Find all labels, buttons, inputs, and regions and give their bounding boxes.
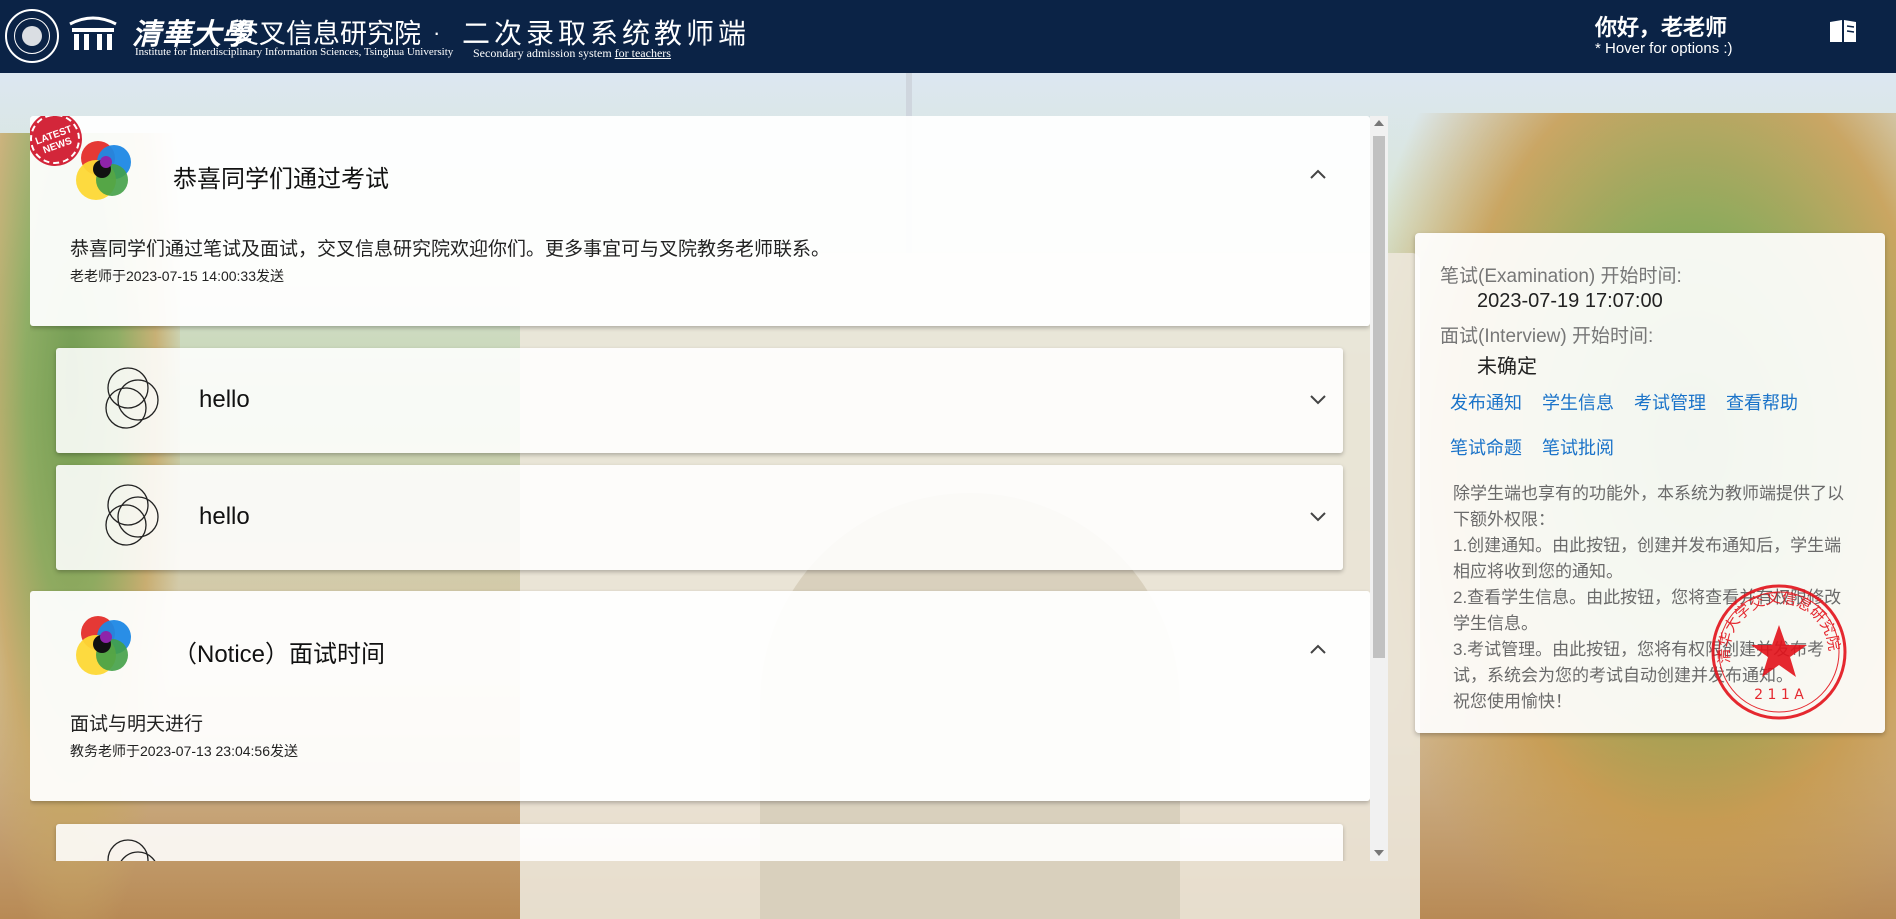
feed-scrollbar[interactable] bbox=[1370, 116, 1388, 861]
outline-circles-icon bbox=[107, 839, 156, 861]
notice-card-collapsed[interactable] bbox=[56, 824, 1343, 861]
top-header: 清華大學 交叉信息研究院 Institute for Interdiscipli… bbox=[0, 0, 1896, 73]
notice-title: hello bbox=[199, 386, 250, 413]
publish-notice-link[interactable]: 发布通知 bbox=[1450, 389, 1522, 415]
student-info-link[interactable]: 学生信息 bbox=[1542, 389, 1614, 415]
interview-start-label: 面试(Interview) 开始时间: bbox=[1440, 326, 1654, 347]
description-line: 除学生端也享有的功能外，本系统为教师端提供了以下额外权限： bbox=[1453, 484, 1844, 529]
exam-start-label: 笔试(Examination) 开始时间: bbox=[1440, 266, 1682, 287]
interview-start-value: 未确定 bbox=[1477, 356, 1537, 378]
system-name-en-prefix: Secondary admission system bbox=[473, 46, 615, 60]
description-line: 1.创建通知。由此按钮，创建并发布通知后，学生端相应将收到您的通知。 bbox=[1453, 536, 1842, 581]
notice-meta: 老老师于2023-07-15 14:00:33发送 bbox=[70, 268, 284, 284]
scroll-thumb[interactable] bbox=[1373, 136, 1385, 658]
outline-circles-icon bbox=[105, 367, 159, 429]
notice-feed: LATEST NEWS 恭喜同学们通过考试 恭喜同学们通过笔试及面试，交叉信息研… bbox=[30, 116, 1370, 861]
exam-question-link[interactable]: 笔试命题 bbox=[1450, 434, 1522, 460]
hover-tip: * Hover for options :) bbox=[1595, 40, 1733, 57]
gate-logo-icon bbox=[69, 16, 117, 50]
notice-title: （Notice）面试时间 bbox=[173, 641, 386, 668]
notice-body: 面试与明天进行 bbox=[70, 714, 204, 735]
notice-meta: 教务老师于2023-07-13 23:04:56发送 bbox=[70, 743, 298, 759]
exam-start-value: 2023-07-19 17:07:00 bbox=[1477, 290, 1663, 312]
chevron-up-icon[interactable] bbox=[1309, 168, 1327, 180]
university-seal-logo bbox=[5, 9, 59, 63]
colored-circles-icon bbox=[76, 141, 131, 200]
stamp-code: 2 1 1 A bbox=[1754, 687, 1804, 703]
for-teachers-link[interactable]: for teachers bbox=[615, 46, 671, 60]
notice-card-collapsed[interactable]: hello bbox=[56, 348, 1343, 453]
scroll-down-arrow-icon[interactable] bbox=[1374, 850, 1384, 856]
notice-card[interactable]: LATEST NEWS 恭喜同学们通过考试 恭喜同学们通过笔试及面试，交叉信息研… bbox=[30, 116, 1370, 326]
notice-title: hello bbox=[199, 503, 250, 530]
notice-card-collapsed[interactable]: hello bbox=[56, 465, 1343, 570]
notice-card[interactable]: （Notice）面试时间 面试与明天进行 教务老师于2023-07-13 23:… bbox=[30, 591, 1370, 801]
scroll-up-arrow-icon[interactable] bbox=[1374, 120, 1384, 126]
notice-body: 恭喜同学们通过笔试及面试，交叉信息研究院欢迎你们。更多事宜可与叉院教务老师联系。 bbox=[70, 239, 831, 260]
system-name-en: Secondary admission system for teachers bbox=[473, 46, 671, 61]
colored-circles-icon bbox=[76, 616, 131, 675]
chevron-up-icon[interactable] bbox=[1309, 643, 1327, 655]
exam-grading-link[interactable]: 笔试批阅 bbox=[1542, 434, 1614, 460]
institute-name-en: Institute for Interdisciplinary Informat… bbox=[135, 46, 454, 58]
official-red-stamp: 清华大学交叉信息研究院 2 1 1 A bbox=[1711, 584, 1847, 720]
user-greeting[interactable]: 你好，老老师 bbox=[1595, 10, 1727, 42]
chevron-down-icon[interactable] bbox=[1309, 394, 1327, 406]
title-separator: · bbox=[433, 20, 441, 45]
outline-circles-icon bbox=[105, 484, 159, 546]
view-help-link[interactable]: 查看帮助 bbox=[1726, 389, 1798, 415]
book-icon[interactable] bbox=[1828, 18, 1858, 44]
chevron-down-icon[interactable] bbox=[1309, 511, 1327, 523]
exam-manage-link[interactable]: 考试管理 bbox=[1634, 389, 1706, 415]
notice-title: 恭喜同学们通过考试 bbox=[173, 166, 389, 193]
